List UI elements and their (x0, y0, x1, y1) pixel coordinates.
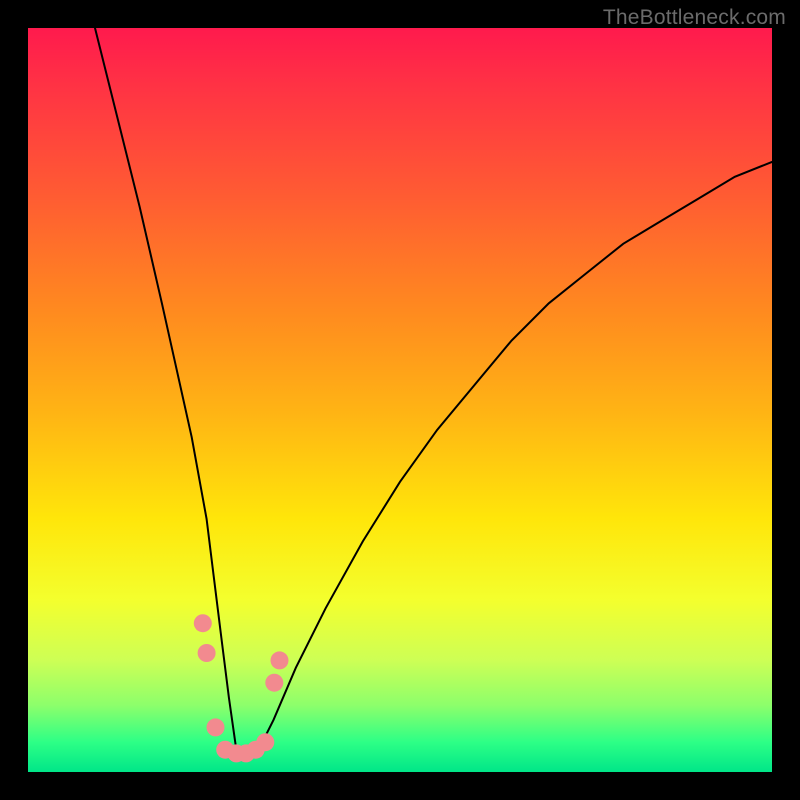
bottleneck-curve (95, 28, 772, 757)
marker-dot (256, 733, 274, 751)
marker-dot (271, 651, 289, 669)
marker-dot (194, 614, 212, 632)
chart-frame: TheBottleneck.com (0, 0, 800, 800)
watermark-text: TheBottleneck.com (603, 6, 786, 30)
marker-group (194, 614, 289, 762)
curve-svg (28, 28, 772, 772)
marker-dot (198, 644, 216, 662)
plot-area (28, 28, 772, 772)
marker-dot (265, 674, 283, 692)
marker-dot (207, 718, 225, 736)
